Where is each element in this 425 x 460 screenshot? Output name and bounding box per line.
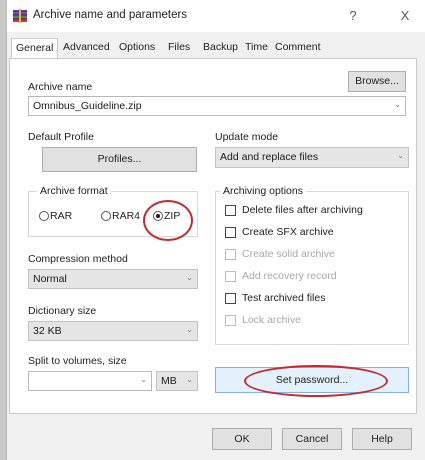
archiving-options-label: Archiving options — [220, 185, 306, 197]
archive-name-label: Archive name — [28, 81, 93, 93]
dictionary-size-select[interactable]: 32 KB ⌄ — [28, 321, 198, 341]
chevron-down-icon: ⌄ — [140, 375, 147, 384]
dictionary-size-label: Dictionary size — [28, 305, 97, 317]
tab-advanced[interactable]: Advanced — [63, 41, 110, 53]
compression-method-select[interactable]: Normal ⌄ — [28, 269, 198, 289]
delete-after-checkbox[interactable] — [225, 205, 236, 216]
tab-options[interactable]: Options — [119, 41, 155, 53]
split-size-input[interactable]: ⌄ — [28, 371, 152, 391]
browse-button[interactable]: Browse... — [348, 71, 406, 92]
tab-backup[interactable]: Backup — [203, 41, 238, 53]
archiving-options-group: Archiving options Delete files after arc… — [215, 185, 409, 345]
test-files-label: Test archived files — [242, 292, 326, 304]
zip-highlight-circle — [143, 200, 193, 241]
tab-comment[interactable]: Comment — [275, 41, 321, 53]
ok-button[interactable]: OK — [212, 428, 272, 450]
tab-strip: General Advanced Options Files Backup Ti… — [9, 38, 419, 61]
sfx-checkbox[interactable] — [225, 227, 236, 238]
solid-label: Create solid archive — [242, 248, 335, 260]
title-bar: Archive name and parameters ? X — [7, 0, 425, 32]
chevron-down-icon: ⌄ — [394, 100, 401, 109]
update-mode-select[interactable]: Add and replace files ⌄ — [215, 147, 409, 168]
recovery-label: Add recovery record — [242, 270, 337, 282]
split-unit-select[interactable]: MB ⌄ — [156, 371, 198, 391]
test-files-checkbox[interactable] — [225, 293, 236, 304]
split-volumes-label: Split to volumes, size — [28, 355, 127, 367]
recovery-checkbox — [225, 271, 236, 282]
radio-rar4-label: RAR4 — [112, 210, 141, 222]
tab-time[interactable]: Time — [245, 41, 268, 53]
radio-rar4[interactable] — [101, 211, 111, 221]
help-button[interactable]: Help — [352, 428, 412, 450]
default-profile-label: Default Profile — [28, 131, 94, 143]
window-title: Archive name and parameters — [33, 9, 188, 21]
password-highlight-circle — [244, 365, 388, 397]
archive-format-label: Archive format — [37, 185, 111, 197]
chevron-down-icon: ⌄ — [397, 151, 404, 160]
update-mode-label: Update mode — [215, 131, 279, 143]
general-panel: Archive name Browse... Omnibus_Guideline… — [9, 58, 417, 414]
solid-checkbox — [225, 249, 236, 260]
chevron-down-icon: ⌄ — [186, 273, 193, 282]
profiles-button[interactable]: Profiles... — [42, 147, 197, 172]
archive-name-input[interactable]: Omnibus_Guideline.zip ⌄ — [28, 96, 406, 116]
sfx-label: Create SFX archive — [242, 226, 334, 238]
delete-after-label: Delete files after archiving — [242, 204, 363, 216]
lock-checkbox — [225, 315, 236, 326]
help-title-button[interactable]: ? — [339, 6, 367, 26]
winrar-icon — [13, 9, 27, 23]
tab-files[interactable]: Files — [168, 41, 190, 53]
close-button[interactable]: X — [391, 6, 419, 26]
archive-dialog: Archive name and parameters ? X General … — [6, 0, 425, 460]
chevron-down-icon: ⌄ — [186, 375, 193, 384]
compression-method-label: Compression method — [28, 253, 128, 265]
lock-label: Lock archive — [242, 314, 301, 326]
chevron-down-icon: ⌄ — [186, 325, 193, 334]
radio-rar-label: RAR — [50, 210, 73, 222]
radio-rar[interactable] — [39, 211, 49, 221]
cancel-button[interactable]: Cancel — [282, 428, 342, 450]
